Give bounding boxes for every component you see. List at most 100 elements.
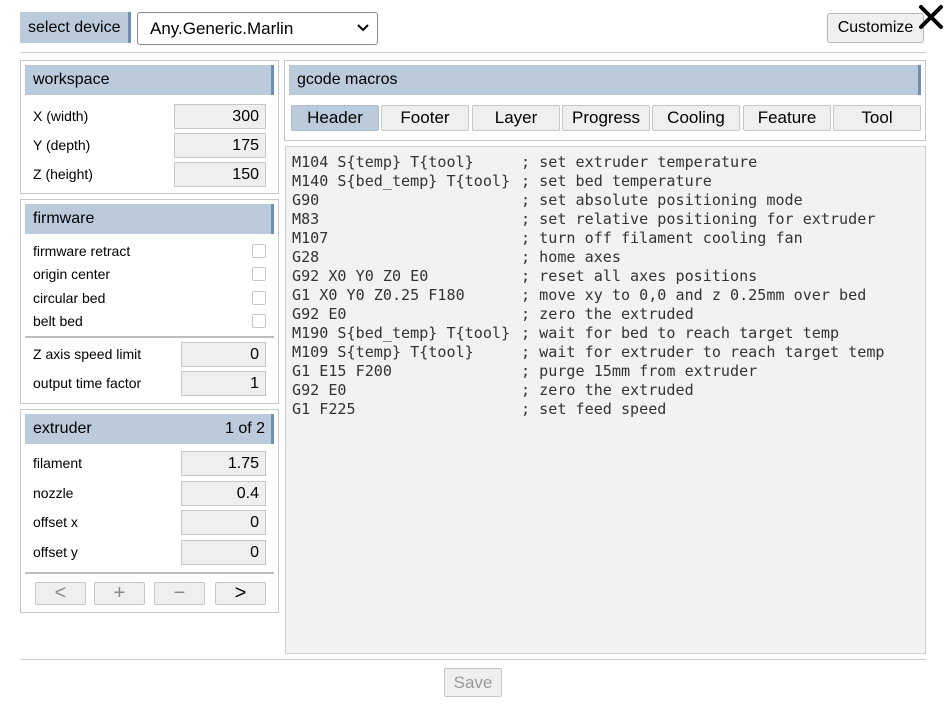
gcode-command: G92 E0 xyxy=(292,381,347,399)
tab-feature[interactable]: Feature xyxy=(743,105,831,131)
extruder-row: offset y 0 xyxy=(33,540,266,565)
gcode-line: M83 ; set relative positioning for extrud… xyxy=(292,210,925,229)
gcode-comment: ; move xy to 0,0 and z 0.25mm over bed xyxy=(521,286,867,304)
gcode-line: M140 S{bed_temp} T{tool} ; set bed temper… xyxy=(292,172,925,191)
extruder-panel: extruder 1 of 2 filament 1.75 nozzle 0.4… xyxy=(20,409,279,613)
origin-center-checkbox[interactable] xyxy=(252,267,266,281)
top-divider xyxy=(20,52,926,53)
gcode-comment: ; set absolute positioning mode xyxy=(521,191,803,209)
check-label: firmware retract xyxy=(33,243,131,259)
check-row: origin center xyxy=(33,266,266,284)
firmware-row: Z axis speed limit 0 xyxy=(33,342,266,367)
row-label: X (width) xyxy=(33,108,89,124)
gcode-comment: ; set relative positioning for extruder xyxy=(521,210,876,228)
tab-header[interactable]: Header xyxy=(291,105,379,131)
device-select[interactable]: Any.Generic.Marlin xyxy=(137,12,378,45)
check-row: belt bed xyxy=(33,313,266,331)
extruder-divider xyxy=(25,572,274,574)
gcode-command: G92 X0 Y0 Z0 E0 xyxy=(292,267,429,285)
tab-progress[interactable]: Progress xyxy=(562,105,650,131)
offset-x-input[interactable]: 0 xyxy=(181,510,266,535)
x-width-input[interactable]: 300 xyxy=(174,104,266,129)
gcode-comment: ; reset all axes positions xyxy=(521,267,758,285)
close-icon[interactable] xyxy=(917,3,947,33)
gcode-command: G1 E15 F200 xyxy=(292,362,392,380)
offset-y-input[interactable]: 0 xyxy=(181,540,266,565)
nozzle-input[interactable]: 0.4 xyxy=(181,481,266,506)
workspace-row-x: X (width) 300 xyxy=(33,104,266,129)
gcode-comment: ; zero the extruded xyxy=(521,305,694,323)
tab-tool[interactable]: Tool xyxy=(833,105,921,131)
firmware-panel: firmware firmware retract origin center … xyxy=(20,199,279,404)
extruder-row: offset x 0 xyxy=(33,510,266,535)
filament-input[interactable]: 1.75 xyxy=(181,451,266,476)
gcode-line: M109 S{temp} T{tool} ; wait for extruder … xyxy=(292,343,925,362)
row-label: offset x xyxy=(33,514,78,530)
gcode-comment: ; turn off filament cooling fan xyxy=(521,229,803,247)
circular-bed-checkbox[interactable] xyxy=(252,291,266,305)
gcode-line: G92 E0 ; zero the extruded xyxy=(292,381,925,400)
workspace-panel: workspace X (width) 300 Y (depth) 175 Z … xyxy=(20,60,279,194)
gcode-line: M190 S{bed_temp} T{tool} ; wait for bed t… xyxy=(292,324,925,343)
firmware-row: output time factor 1 xyxy=(33,371,266,396)
select-device-label: select device xyxy=(20,12,131,43)
output-time-factor-input[interactable]: 1 xyxy=(181,371,266,396)
gcode-comment: ; home axes xyxy=(521,248,621,266)
gcode-comment: ; wait for bed to reach target temp xyxy=(521,324,840,342)
prev-extruder-button[interactable]: < xyxy=(35,582,86,605)
gcode-command: M109 S{temp} T{tool} xyxy=(292,343,474,361)
gcode-comment: ; purge 15mm from extruder xyxy=(521,362,758,380)
gcode-line: M104 S{temp} T{tool} ; set extruder tempe… xyxy=(292,153,925,172)
customize-button[interactable]: Customize xyxy=(827,13,924,43)
add-extruder-button[interactable]: + xyxy=(94,582,145,605)
gcode-command: G90 xyxy=(292,191,320,209)
z-height-input[interactable]: 150 xyxy=(174,162,266,187)
tab-layer[interactable]: Layer xyxy=(472,105,560,131)
gcode-command: G92 E0 xyxy=(292,305,347,323)
y-depth-input[interactable]: 175 xyxy=(174,133,266,158)
gcode-line: G92 E0 ; zero the extruded xyxy=(292,305,925,324)
gcode-comment: ; set feed speed xyxy=(521,400,667,418)
next-extruder-button[interactable]: > xyxy=(215,582,266,605)
chevron-down-icon xyxy=(357,13,369,32)
save-button[interactable]: Save xyxy=(444,668,502,697)
macros-panel: gcode macros Header Footer Layer Progres… xyxy=(284,60,926,141)
check-label: circular bed xyxy=(33,290,106,306)
check-row: circular bed xyxy=(33,290,266,308)
gcode-line: G28 ; home axes xyxy=(292,248,925,267)
extruder-title: extruder 1 of 2 xyxy=(25,414,274,444)
firmware-retract-checkbox[interactable] xyxy=(252,244,266,258)
gcode-comment: ; wait for extruder to reach target temp xyxy=(521,343,885,361)
macro-tabs: Header Footer Layer Progress Cooling Fea… xyxy=(291,105,921,131)
gcode-editor[interactable]: M104 S{temp} T{tool} ; set extruder tempe… xyxy=(285,146,926,654)
workspace-title: workspace xyxy=(25,65,274,95)
row-label: Z (height) xyxy=(33,166,93,182)
row-label: offset y xyxy=(33,544,78,560)
row-label: nozzle xyxy=(33,485,74,501)
gcode-line: G92 X0 Y0 Z0 E0 ; reset all axes position… xyxy=(292,267,925,286)
gcode-comment: ; set extruder temperature xyxy=(521,153,758,171)
extruder-row: nozzle 0.4 xyxy=(33,481,266,506)
tab-footer[interactable]: Footer xyxy=(381,105,469,131)
check-row: firmware retract xyxy=(33,243,266,261)
remove-extruder-button[interactable]: − xyxy=(154,582,205,605)
extruder-row: filament 1.75 xyxy=(33,451,266,476)
row-label: Y (depth) xyxy=(33,137,91,153)
tab-cooling[interactable]: Cooling xyxy=(652,105,740,131)
gcode-line: M107 ; turn off filament cooling fan xyxy=(292,229,925,248)
gcode-line: G1 F225 ; set feed speed xyxy=(292,400,925,419)
extruder-counter: 1 of 2 xyxy=(224,420,265,437)
row-label: Z axis speed limit xyxy=(33,346,142,362)
z-speed-limit-input[interactable]: 0 xyxy=(181,342,266,367)
firmware-title: firmware xyxy=(25,204,274,234)
belt-bed-checkbox[interactable] xyxy=(252,314,266,328)
bottom-divider xyxy=(20,659,926,660)
gcode-command: M83 xyxy=(292,210,320,228)
workspace-row-y: Y (depth) 175 xyxy=(33,133,266,158)
gcode-line: G90 ; set absolute positioning mode xyxy=(292,191,925,210)
extruder-nav: < + − > xyxy=(35,582,267,605)
gcode-command: G1 X0 Y0 Z0.25 F180 xyxy=(292,286,465,304)
gcode-command: M190 S{bed_temp} T{tool} xyxy=(292,324,511,342)
check-label: belt bed xyxy=(33,313,83,329)
gcode-command: G28 xyxy=(292,248,320,266)
